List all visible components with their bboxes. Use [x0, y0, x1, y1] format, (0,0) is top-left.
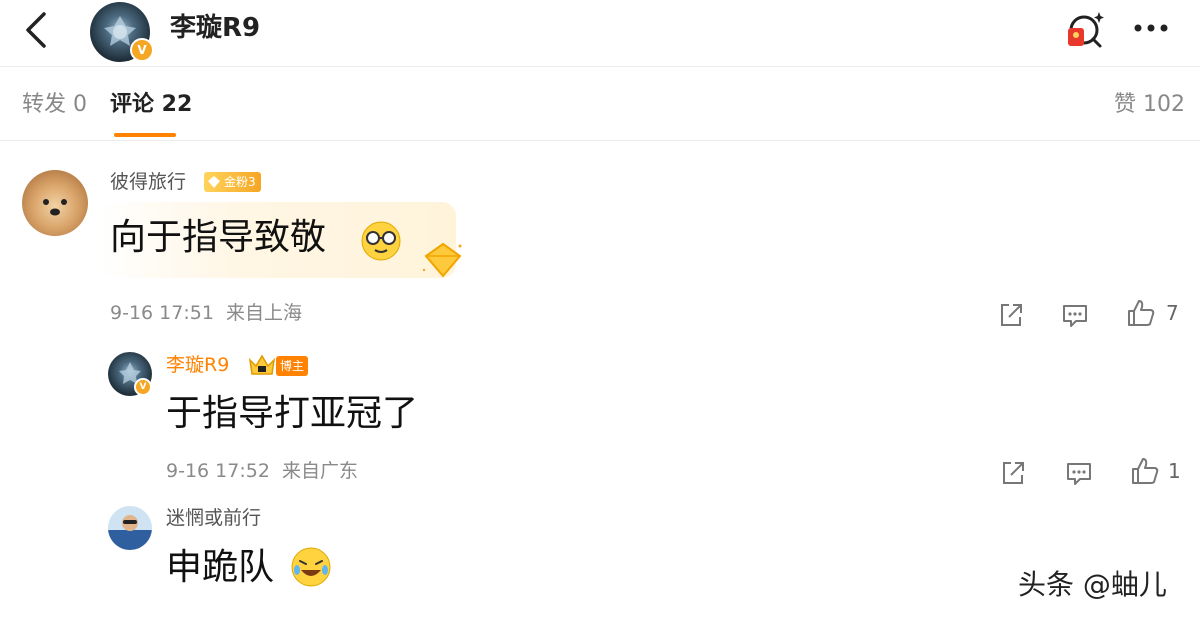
header-divider [0, 66, 1200, 67]
glasses-face-emoji [361, 221, 401, 261]
comment-time: 9-16 17:51 [110, 302, 214, 324]
like-count: 1 [1168, 459, 1181, 483]
verified-badge-small: V [134, 378, 152, 396]
reply-time: 9-16 17:52 [166, 460, 270, 482]
comment-meta: 9-16 17:51 来自上海 [110, 300, 302, 326]
comment-username[interactable]: 彼得旅行 [110, 169, 186, 195]
reply-button[interactable] [1060, 300, 1090, 330]
comment-text: 向于指导致敬 [110, 217, 327, 258]
back-arrow-icon [26, 12, 46, 48]
diamond-icon [208, 176, 220, 188]
reply-text: 于指导打亚冠了 [166, 393, 419, 434]
thumbs-up-icon [1132, 458, 1159, 484]
reply-text: 申跪队 [166, 547, 275, 588]
tab-repost[interactable]: 转发 0 [22, 90, 87, 120]
share-button[interactable] [996, 300, 1026, 330]
back-button[interactable] [18, 10, 58, 50]
search-redpacket-button[interactable] [1062, 8, 1106, 52]
reply-username[interactable]: 迷惘或前行 [166, 505, 261, 531]
verified-badge: V [130, 38, 154, 62]
more-button[interactable] [1130, 18, 1174, 38]
commenter-avatar[interactable] [22, 170, 88, 236]
gold-diamond-icon [422, 242, 462, 278]
laughing-crying-emoji [291, 547, 331, 587]
comment-icon [1063, 305, 1087, 327]
thumbs-up-icon [1128, 300, 1155, 326]
comment-location: 来自上海 [225, 302, 302, 324]
watermark: 头条 @蚰儿 [1018, 568, 1167, 601]
like-button[interactable] [1130, 456, 1160, 486]
crown-icon [248, 354, 276, 375]
tab-comments[interactable]: 评论 22 [110, 90, 192, 120]
page-title: 李璇R9 [170, 13, 261, 43]
avatar-image [122, 515, 138, 531]
active-tab-indicator [114, 133, 176, 137]
reply-meta: 9-16 17:52 来自广东 [166, 458, 358, 484]
author-badge: 博主 [276, 356, 309, 376]
fan-level-label: 金粉3 [224, 175, 256, 189]
like-count: 7 [1166, 301, 1179, 325]
tabs-divider [0, 140, 1200, 141]
search-redpacket-icon [1068, 12, 1104, 48]
reply-location: 来自广东 [281, 460, 358, 482]
reply-button[interactable] [1064, 458, 1094, 488]
share-icon [1003, 462, 1024, 484]
more-icon [1134, 24, 1168, 32]
like-button[interactable] [1126, 298, 1156, 328]
dog-avatar-image [43, 199, 67, 216]
comment-icon [1067, 463, 1091, 485]
share-icon [1001, 304, 1022, 326]
reply-avatar[interactable] [108, 506, 152, 550]
share-button[interactable] [998, 458, 1028, 488]
reply-username[interactable]: 李璇R9 [166, 352, 229, 378]
tab-likes[interactable]: 赞 102 [1114, 90, 1185, 120]
